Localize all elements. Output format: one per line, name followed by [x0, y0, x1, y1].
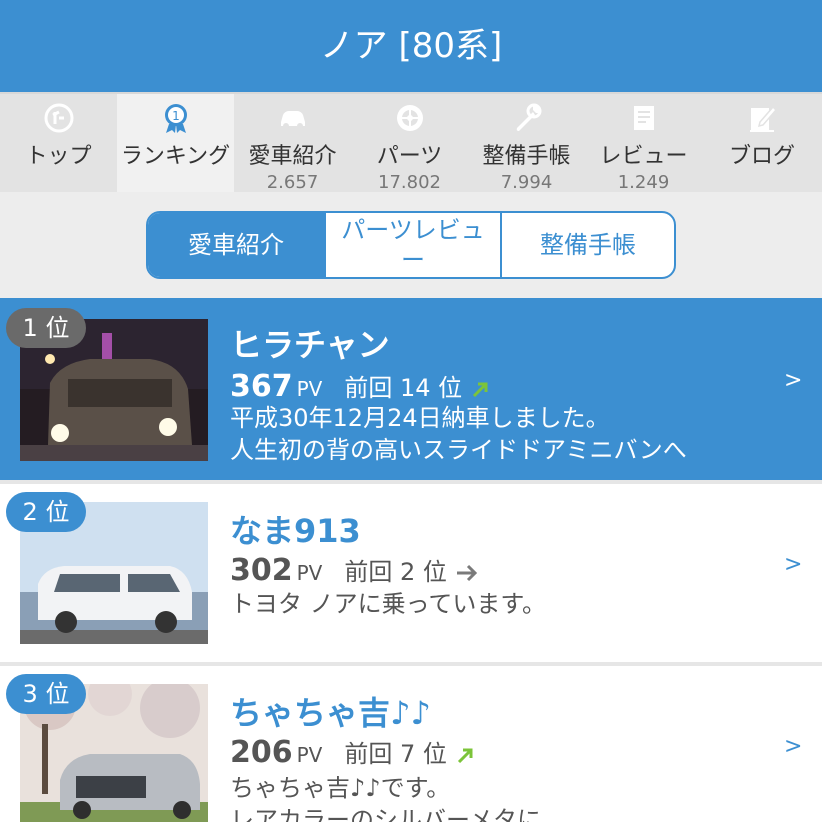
- description: トヨタ ノアに乗っています。: [230, 590, 547, 618]
- pv-count: 302: [230, 553, 293, 588]
- car-icon: [280, 111, 305, 129]
- tab-count: 1.249: [617, 172, 670, 193]
- rank-stats: 367 PV 前回 14 位: [230, 368, 492, 404]
- rank-badge: 2 位: [6, 492, 86, 532]
- rank-badge: 1 位: [6, 308, 86, 348]
- ranking-item-1[interactable]: 1 位 ヒラチャン 367 PV 前回 14 位 平成30年12月24日納車しました…: [0, 298, 822, 480]
- tab-review[interactable]: レビュー 1.249: [585, 94, 702, 193]
- segment-parts-review[interactable]: パーツレビュー: [324, 213, 500, 277]
- user-name: ちゃちゃ吉♪♪: [230, 694, 431, 732]
- wheel-icon: [396, 105, 423, 131]
- rank-stats: 206 PV 前回 7 位: [230, 734, 477, 770]
- pv-unit: PV: [296, 743, 323, 767]
- description: 平成30年12月24日納車しました。 人生初の背の高いスライドドアミニバンへ: [230, 404, 687, 462]
- ranking-item-2[interactable]: 2 位 なま913 302 PV 前回 2 位 トヨタ ノアに乗っています。 >: [0, 484, 822, 662]
- pv-count: 367: [230, 369, 293, 404]
- trend-up-icon: [472, 382, 488, 398]
- blog-icon: [750, 105, 778, 132]
- tab-count: 7.994: [500, 172, 553, 193]
- pv-count: 206: [230, 735, 293, 770]
- wrench-icon: [516, 103, 541, 131]
- tab-label: ランキング: [120, 144, 231, 169]
- rank-stats: 302 PV 前回 2 位: [230, 552, 479, 588]
- ranking-segmented-control: 愛車紹介 パーツレビュー 整備手帳: [146, 211, 676, 279]
- chevron-right-icon: >: [784, 552, 803, 577]
- trend-up-icon: [457, 748, 473, 764]
- tab-label: ブログ: [728, 144, 795, 169]
- category-tab-bar: トップ 1 ランキング 愛車紹介 2.657 パーツ 17.802 整備手帳 7…: [0, 92, 822, 193]
- user-name: なま913: [230, 512, 361, 550]
- tab-count: 17.802: [378, 172, 441, 193]
- segment-car-intro[interactable]: 愛車紹介: [148, 213, 324, 277]
- svg-text:1: 1: [172, 109, 180, 123]
- tab-label: レビュー: [599, 144, 688, 169]
- ranking-item-3[interactable]: 3 位 ちゃちゃ吉♪♪ 206 PV 前回 7 位 ちゃちゃ吉♪♪です。 レアカラー…: [0, 666, 822, 822]
- tab-count: 2.657: [266, 172, 319, 193]
- tab-blog[interactable]: ブログ: [702, 94, 822, 192]
- previous-rank: 前回 7 位: [344, 740, 447, 768]
- pv-unit: PV: [296, 561, 323, 585]
- top-icon: [44, 103, 73, 133]
- tab-car-intro[interactable]: 愛車紹介 2.657: [234, 94, 351, 193]
- segment-maintenance[interactable]: 整備手帳: [500, 213, 674, 277]
- chevron-right-icon: >: [784, 734, 803, 759]
- user-name: ヒラチャン: [230, 326, 390, 364]
- tab-label: パーツ: [376, 144, 443, 169]
- tab-maintenance[interactable]: 整備手帳 7.994: [468, 94, 585, 193]
- previous-rank: 前回 2 位: [344, 558, 447, 586]
- previous-rank: 前回 14 位: [344, 374, 463, 402]
- tab-label: 愛車紹介: [248, 144, 337, 169]
- tab-parts[interactable]: パーツ 17.802: [351, 94, 468, 193]
- review-icon: [633, 106, 654, 130]
- trend-same-icon: [456, 564, 477, 582]
- description: ちゃちゃ吉♪♪です。 レアカラーのシルバーメタに: [230, 774, 542, 822]
- pv-unit: PV: [296, 377, 323, 401]
- rank-badge: 3 位: [6, 674, 86, 714]
- tab-ranking[interactable]: 1 ランキング: [117, 94, 234, 192]
- chevron-right-icon: >: [784, 368, 803, 393]
- page-title: ノア [80系]: [0, 0, 822, 92]
- tab-label: 整備手帳: [482, 144, 571, 169]
- tab-label: トップ: [25, 144, 92, 169]
- ranking-medal-icon: 1: [164, 104, 187, 133]
- tab-top[interactable]: トップ: [0, 94, 117, 192]
